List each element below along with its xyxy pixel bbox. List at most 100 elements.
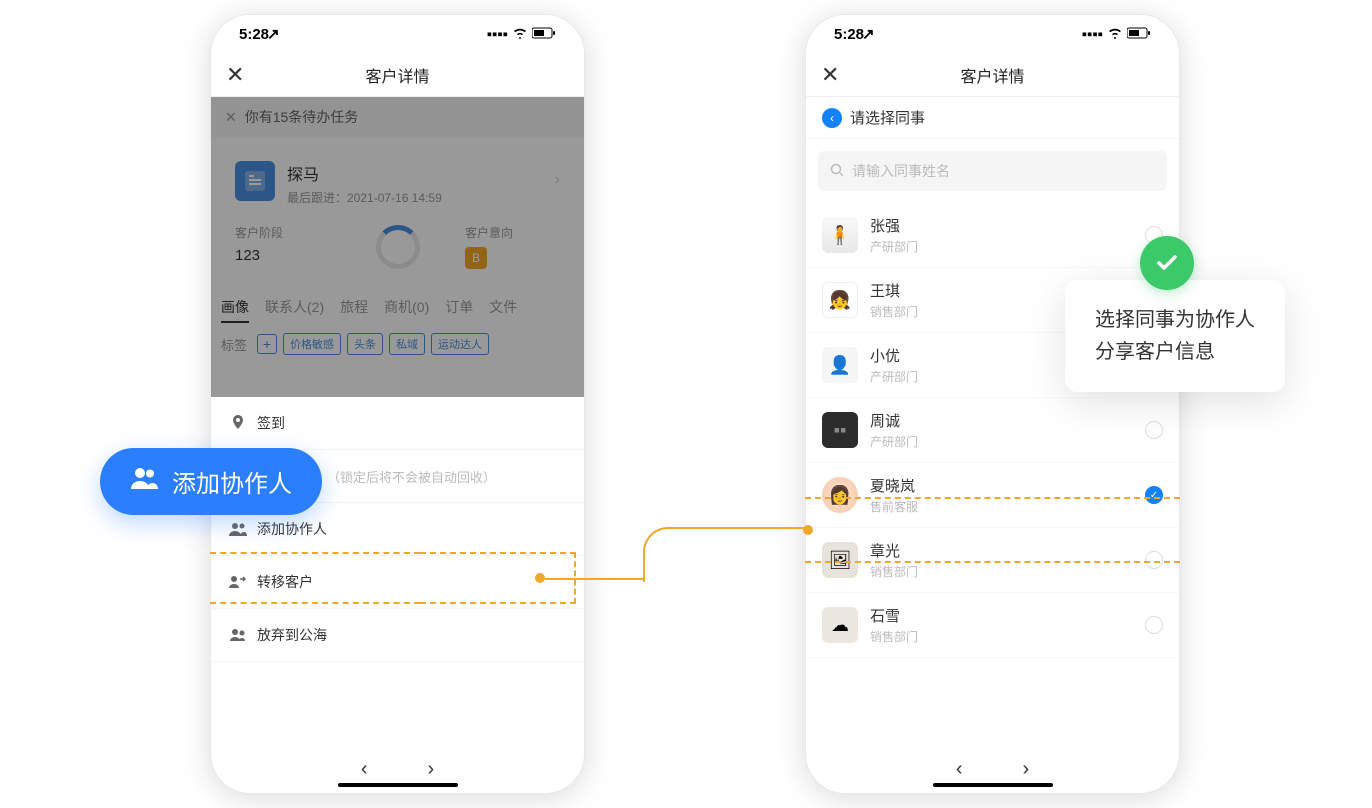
tab-journey[interactable]: 旅程 [340, 297, 368, 323]
close-banner-icon[interactable]: ✕ [225, 109, 237, 126]
next-page-icon[interactable]: › [1023, 758, 1030, 781]
tag-chip[interactable]: 运动达人 [431, 333, 489, 355]
connector-dot [803, 525, 813, 535]
avatar: ▪▪ [822, 412, 858, 448]
home-indicator [338, 783, 458, 787]
colleague-name: 周诚 [870, 410, 1133, 431]
customer-intent-block: 客户意向 B [465, 224, 560, 269]
tag-chip[interactable]: 价格敏感 [283, 333, 341, 355]
colleague-list: 🧍 张强 产研部门 👧 王琪 销售部门 👤 小优 产研部门 ▪▪ [806, 203, 1179, 658]
colleague-name: 章光 [870, 540, 1133, 561]
dimmed-background: ✕ 你有15条待办任务 探马 最后跟进：2021-07-16 14:59 › 客… [211, 97, 584, 397]
tabs-row: 画像 联系人(2) 旅程 商机(0) 订单 文件 [221, 297, 574, 323]
tab-orders[interactable]: 订单 [445, 297, 473, 323]
nav-header: ✕ 客户详情 [806, 53, 1179, 97]
next-page-icon[interactable]: › [428, 758, 435, 781]
avatar: 👩 [822, 477, 858, 513]
colleague-item[interactable]: 🧍 张强 产研部门 [806, 203, 1179, 268]
avatar: 👧 [822, 282, 858, 318]
radio-unchecked[interactable] [1145, 616, 1163, 634]
progress-donut-icon [376, 225, 420, 269]
tag-chip[interactable]: 私域 [389, 333, 425, 355]
customer-name: 探马 [287, 161, 442, 185]
nav-header: ✕ 客户详情 [211, 53, 584, 97]
page-title: 客户详情 [960, 63, 1024, 87]
status-time: 5:28 [834, 26, 864, 43]
prev-page-icon[interactable]: ‹ [361, 758, 368, 781]
callout-line2: 分享客户信息 [1095, 336, 1255, 368]
menu-transfer-label: 转移客户 [257, 572, 313, 592]
todo-banner[interactable]: ✕ 你有15条待办任务 [211, 97, 584, 137]
avatar: 🖼 [822, 542, 858, 578]
customer-icon [235, 161, 275, 201]
radio-unchecked[interactable] [1145, 551, 1163, 569]
intent-label: 客户意向 [465, 224, 560, 241]
stage-label: 客户阶段 [235, 224, 330, 241]
status-time: 5:28 [239, 26, 269, 43]
callout-pill: 添加协作人 [100, 448, 322, 515]
customer-card[interactable]: 探马 最后跟进：2021-07-16 14:59 › 客户阶段 123 客户意向… [221, 147, 574, 283]
page-nav: ‹ › [806, 758, 1179, 781]
add-tag-button[interactable]: + [257, 334, 277, 354]
home-indicator [933, 783, 1053, 787]
search-input[interactable]: 请输入同事姓名 [818, 151, 1167, 191]
colleague-item[interactable]: ☁ 石雪 销售部门 [806, 593, 1179, 658]
check-badge-icon [1140, 236, 1194, 290]
tab-opportunities[interactable]: 商机(0) [384, 297, 429, 323]
close-icon[interactable]: ✕ [821, 62, 839, 88]
colleague-dept: 产研部门 [870, 433, 1133, 450]
menu-release-label: 放弃到公海 [257, 625, 327, 645]
users-icon [229, 522, 247, 536]
chevron-right-icon: › [555, 171, 560, 189]
menu-release[interactable]: 放弃到公海 [211, 609, 584, 662]
phone-right-mockup: 5:28 ↗ ▪▪▪▪ ✕ 客户详情 ‹ 请选择同事 请输入同事姓名 🧍 张强 [805, 14, 1180, 794]
tab-profile[interactable]: 画像 [221, 297, 249, 323]
pin-icon [229, 415, 247, 431]
colleague-dept: 销售部门 [870, 628, 1133, 645]
sub-header[interactable]: ‹ 请选择同事 [806, 97, 1179, 139]
avatar: ☁ [822, 607, 858, 643]
status-bar: 5:28 ↗ ▪▪▪▪ [211, 15, 584, 53]
connector-curve [643, 527, 808, 582]
callout-pill-label: 添加协作人 [172, 464, 292, 499]
stage-value: 123 [235, 247, 330, 264]
intent-badge: B [465, 247, 487, 269]
page-title: 客户详情 [365, 63, 429, 87]
menu-checkin-label: 签到 [257, 413, 285, 433]
tag-chip[interactable]: 头条 [347, 333, 383, 355]
colleague-dept: 销售部门 [870, 563, 1133, 580]
transfer-icon [229, 575, 247, 589]
avatar: 🧍 [822, 217, 858, 253]
callout-card: 选择同事为协作人 分享客户信息 [1065, 280, 1285, 392]
menu-transfer[interactable]: 转移客户 [211, 556, 584, 609]
colleague-dept: 产研部门 [870, 238, 1133, 255]
colleague-name: 张强 [870, 215, 1133, 236]
customer-subtitle: 最后跟进：2021-07-16 14:59 [287, 189, 442, 206]
todo-text: 你有15条待办任务 [245, 107, 359, 127]
search-icon [830, 163, 844, 180]
menu-checkin[interactable]: 签到 [211, 397, 584, 450]
users-icon [130, 466, 158, 497]
colleague-item[interactable]: ▪▪ 周诚 产研部门 [806, 398, 1179, 463]
colleague-item[interactable]: 🖼 章光 销售部门 [806, 528, 1179, 593]
battery-icon [1127, 26, 1151, 43]
tags-label: 标签 [221, 335, 247, 354]
battery-icon [532, 26, 556, 43]
callout-line1: 选择同事为协作人 [1095, 304, 1255, 336]
wifi-icon [512, 26, 528, 43]
avatar: 👤 [822, 347, 858, 383]
tab-files[interactable]: 文件 [489, 297, 517, 323]
close-icon[interactable]: ✕ [226, 62, 244, 88]
colleague-dept: 售前客服 [870, 498, 1133, 515]
phone-left-mockup: 5:28 ↗ ▪▪▪▪ ✕ 客户详情 ✕ 你有15条待办任务 [210, 14, 585, 794]
prev-page-icon[interactable]: ‹ [956, 758, 963, 781]
colleague-name: 夏晓岚 [870, 475, 1133, 496]
colleague-name: 石雪 [870, 605, 1133, 626]
tab-contacts[interactable]: 联系人(2) [265, 297, 324, 323]
colleague-item[interactable]: 👩 夏晓岚 售前客服 ✓ [806, 463, 1179, 528]
radio-checked[interactable]: ✓ [1145, 486, 1163, 504]
back-icon[interactable]: ‹ [822, 108, 842, 128]
status-bar: 5:28 ↗ ▪▪▪▪ [806, 15, 1179, 53]
release-icon [229, 628, 247, 642]
radio-unchecked[interactable] [1145, 421, 1163, 439]
